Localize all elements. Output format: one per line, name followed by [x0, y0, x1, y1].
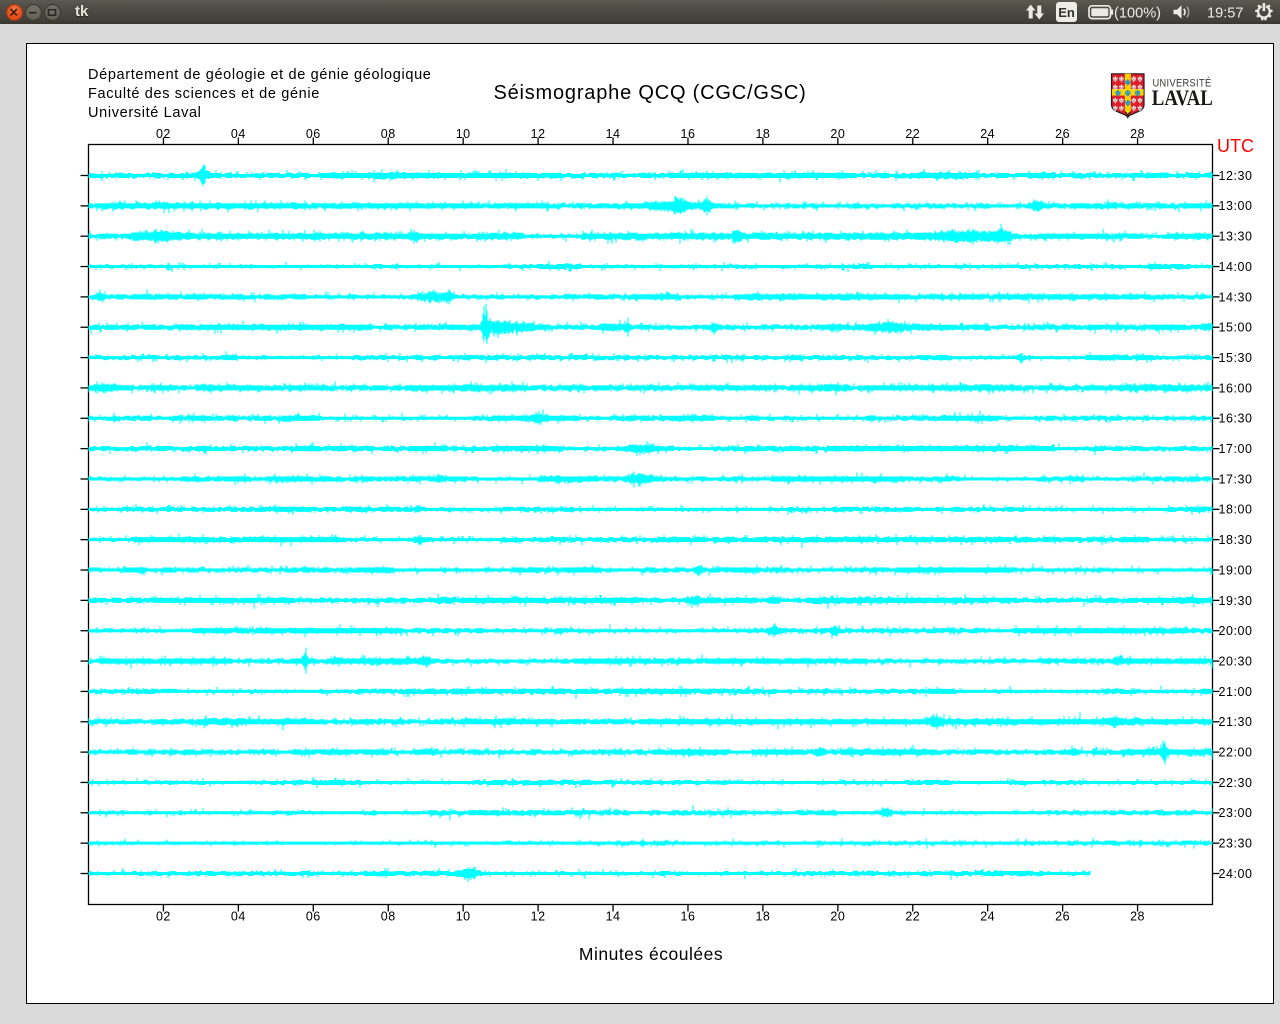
svg-text:17:00: 17:00 [1219, 442, 1253, 456]
svg-text:24: 24 [980, 127, 995, 141]
svg-text:02: 02 [156, 910, 171, 924]
svg-text:12: 12 [531, 127, 546, 141]
svg-text:21:00: 21:00 [1219, 685, 1253, 699]
svg-text:UTC: UTC [1217, 136, 1254, 156]
svg-text:18: 18 [755, 910, 770, 924]
svg-text:16:30: 16:30 [1219, 412, 1253, 426]
svg-text:10: 10 [456, 127, 471, 141]
svg-text:22:30: 22:30 [1219, 776, 1253, 790]
svg-text:13:30: 13:30 [1219, 230, 1253, 244]
svg-text:02: 02 [156, 127, 171, 141]
svg-text:15:30: 15:30 [1219, 351, 1253, 365]
svg-text:10: 10 [456, 910, 471, 924]
svg-text:26: 26 [1055, 910, 1070, 924]
svg-text:06: 06 [306, 910, 321, 924]
svg-text:08: 08 [381, 127, 396, 141]
svg-text:19:00: 19:00 [1219, 563, 1253, 577]
svg-text:06: 06 [306, 127, 321, 141]
svg-text:12: 12 [531, 910, 546, 924]
svg-text:20: 20 [830, 127, 845, 141]
svg-text:20:00: 20:00 [1219, 624, 1253, 638]
svg-text:04: 04 [231, 910, 246, 924]
svg-text:18:00: 18:00 [1219, 503, 1253, 517]
svg-text:14:00: 14:00 [1219, 260, 1253, 274]
svg-text:24: 24 [980, 910, 995, 924]
svg-text:22: 22 [905, 127, 920, 141]
svg-text:17:30: 17:30 [1219, 472, 1253, 486]
svg-text:23:00: 23:00 [1219, 806, 1253, 820]
svg-text:16: 16 [681, 910, 696, 924]
svg-text:26: 26 [1055, 127, 1070, 141]
svg-text:22:00: 22:00 [1219, 746, 1253, 760]
svg-text:12:30: 12:30 [1219, 169, 1253, 183]
svg-text:15:00: 15:00 [1219, 321, 1253, 335]
svg-text:18:30: 18:30 [1219, 533, 1253, 547]
svg-text:28: 28 [1130, 127, 1145, 141]
svg-text:16:00: 16:00 [1219, 381, 1253, 395]
svg-text:23:30: 23:30 [1219, 837, 1253, 851]
svg-text:04: 04 [231, 127, 246, 141]
svg-text:20:30: 20:30 [1219, 654, 1253, 668]
svg-text:21:30: 21:30 [1219, 715, 1253, 729]
svg-text:28: 28 [1130, 910, 1145, 924]
svg-text:16: 16 [681, 127, 696, 141]
svg-text:08: 08 [381, 910, 396, 924]
svg-text:19:30: 19:30 [1219, 594, 1253, 608]
svg-text:14: 14 [606, 910, 621, 924]
svg-text:14: 14 [606, 127, 621, 141]
svg-text:14:30: 14:30 [1219, 290, 1253, 304]
svg-text:13:00: 13:00 [1219, 199, 1253, 213]
svg-text:20: 20 [830, 910, 845, 924]
svg-text:Minutes écoulées: Minutes écoulées [579, 944, 723, 964]
svg-text:24:00: 24:00 [1219, 867, 1253, 881]
svg-text:22: 22 [905, 910, 920, 924]
svg-text:18: 18 [755, 127, 770, 141]
